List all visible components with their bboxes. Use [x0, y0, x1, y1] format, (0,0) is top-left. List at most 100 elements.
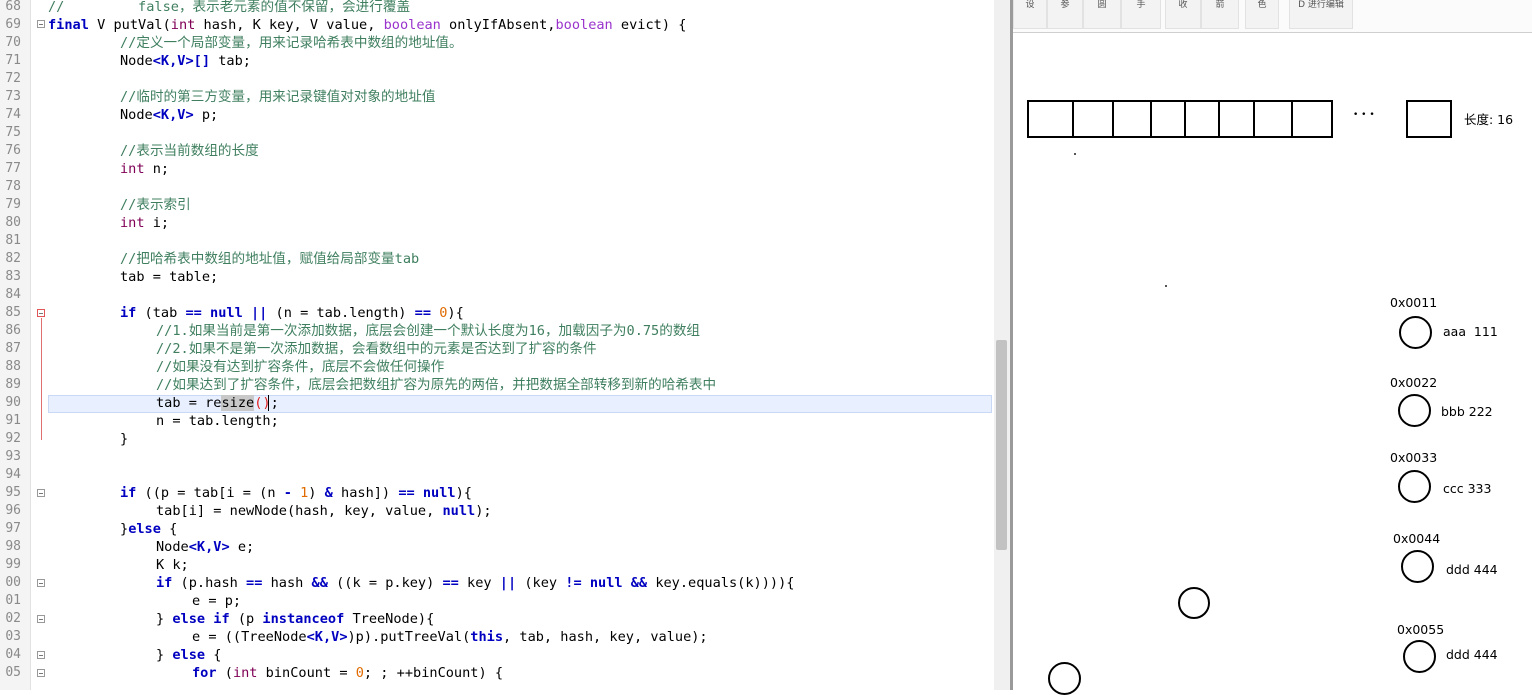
- node-address: 0x0044: [1393, 531, 1441, 546]
- line-number: 87: [5, 341, 21, 356]
- line-number: 78: [5, 179, 21, 194]
- gutter-divider: [30, 0, 31, 690]
- stray-dot: [1074, 153, 1076, 155]
- node-content: ddd 444: [1446, 647, 1498, 662]
- node-circle[interactable]: [1398, 394, 1431, 427]
- code-line: //如果达到了扩容条件，底层会把数组扩容为原先的两倍，并把数据全部转移到新的哈希…: [156, 377, 717, 393]
- toolbar-button[interactable]: 手: [1121, 0, 1161, 29]
- fold-toggle[interactable]: [37, 651, 45, 659]
- node-address: 0x0033: [1390, 450, 1438, 465]
- line-number: 93: [5, 449, 21, 464]
- code-line-current: tab = resize();: [156, 395, 279, 411]
- line-number: 05: [5, 665, 21, 680]
- line-number: 91: [5, 413, 21, 428]
- fold-toggle[interactable]: [37, 669, 45, 677]
- line-number: 92: [5, 431, 21, 446]
- code-line: } else {: [156, 647, 222, 663]
- line-number: 71: [5, 53, 21, 68]
- array-slot[interactable]: [1218, 100, 1255, 138]
- code-line: //定义一个局部变量，用来记录哈希表中数组的地址值。: [120, 35, 463, 51]
- line-number: 95: [5, 485, 21, 500]
- array-slot[interactable]: [1027, 100, 1074, 138]
- text-cursor: [268, 395, 269, 411]
- line-number: 99: [5, 557, 21, 572]
- code-line: //如果没有达到扩容条件，底层不会做任何操作: [156, 359, 445, 375]
- line-number: 85: [5, 305, 21, 320]
- toolbar-button[interactable]: D 进行编辑: [1289, 0, 1353, 29]
- stray-dot: [1165, 285, 1167, 287]
- array-slot[interactable]: [1253, 100, 1293, 138]
- line-number: 02: [5, 611, 21, 626]
- array-length-label: 长度: 16: [1464, 112, 1514, 127]
- node-circle[interactable]: [1399, 316, 1432, 349]
- code-line: Node<K,V>[] tab;: [120, 53, 251, 69]
- node-content: ccc 333: [1443, 481, 1492, 496]
- node-content: aaa 111: [1443, 324, 1498, 339]
- code-line: int i;: [120, 215, 170, 231]
- code-line: e = p;: [192, 593, 242, 609]
- line-number: 79: [5, 197, 21, 212]
- toolbar-button[interactable]: 设: [1013, 0, 1047, 29]
- code-line: //表示当前数组的长度: [120, 143, 259, 159]
- toolbar-button[interactable]: 圆: [1083, 0, 1121, 29]
- scrollbar-thumb[interactable]: [996, 340, 1007, 550]
- line-number: 00: [5, 575, 21, 590]
- array-slot[interactable]: [1112, 100, 1152, 138]
- toolbar-button[interactable]: 箭: [1201, 0, 1239, 29]
- line-number: 70: [5, 35, 21, 50]
- node-circle[interactable]: [1048, 662, 1081, 695]
- code-line: //2.如果不是第一次添加数据，会看数组中的元素是否达到了扩容的条件: [156, 341, 597, 357]
- line-number: 01: [5, 593, 21, 608]
- fold-toggle[interactable]: [37, 615, 45, 623]
- array-slot[interactable]: [1291, 100, 1333, 138]
- line-number: 84: [5, 287, 21, 302]
- line-number: 04: [5, 647, 21, 662]
- node-content: bbb 222: [1441, 404, 1493, 419]
- line-number: 73: [5, 89, 21, 104]
- line-number: 77: [5, 161, 21, 176]
- code-editor[interactable]: 68 69 70 71 72 73 74 75 76 77 78 79 80 8…: [0, 0, 1010, 690]
- drawing-canvas[interactable]: 设 参 圆 手 收 箭 色 D 进行编辑 • • • 长度: 16 0x0011…: [1013, 0, 1532, 695]
- line-number: 83: [5, 269, 21, 284]
- array-slot[interactable]: [1184, 100, 1220, 138]
- line-number: 96: [5, 503, 21, 518]
- line-number: 68: [5, 0, 21, 14]
- line-number: 03: [5, 629, 21, 644]
- toolbar-button[interactable]: 参: [1047, 0, 1083, 29]
- code-line: // false，表示老元素的值不保留，会进行覆盖: [48, 0, 411, 15]
- line-number: 74: [5, 107, 21, 122]
- fold-toggle[interactable]: [37, 309, 45, 317]
- node-address: 0x0055: [1397, 622, 1445, 637]
- code-line: K k;: [156, 557, 189, 573]
- fold-toggle[interactable]: [37, 489, 45, 497]
- fold-range-line: [41, 318, 42, 440]
- line-number: 89: [5, 377, 21, 392]
- line-number: 82: [5, 251, 21, 266]
- fold-toggle[interactable]: [37, 579, 45, 587]
- array-slot[interactable]: [1072, 100, 1114, 138]
- array-slot[interactable]: [1150, 100, 1186, 138]
- line-number: 88: [5, 359, 21, 374]
- array-slot-last[interactable]: [1406, 100, 1452, 138]
- code-line: if ((p = tab[i = (n - 1) & hash]) == nul…: [120, 485, 472, 501]
- node-circle[interactable]: [1398, 470, 1431, 503]
- code-line: final V putVal(int hash, K key, V value,…: [48, 17, 687, 33]
- selected-text[interactable]: size: [221, 395, 255, 411]
- node-address: 0x0011: [1390, 295, 1438, 310]
- node-circle[interactable]: [1401, 550, 1434, 583]
- code-line: n = tab.length;: [156, 413, 279, 429]
- code-line: if (tab == null || (n = tab.length) == 0…: [120, 305, 464, 321]
- node-circle[interactable]: [1403, 640, 1436, 673]
- fold-toggle[interactable]: [37, 20, 45, 28]
- line-number: 81: [5, 233, 21, 248]
- code-line: Node<K,V> e;: [156, 539, 255, 555]
- node-address: 0x0022: [1390, 375, 1438, 390]
- line-number: 90: [5, 395, 21, 410]
- node-circle[interactable]: [1178, 587, 1210, 619]
- node-content: ddd 444: [1446, 562, 1498, 577]
- drawing-toolbar: 设 参 圆 手 收 箭 色 D 进行编辑: [1013, 0, 1532, 33]
- toolbar-button[interactable]: 收: [1165, 0, 1201, 29]
- code-line: Node<K,V> p;: [120, 107, 219, 123]
- toolbar-button[interactable]: 色: [1245, 0, 1279, 29]
- code-line: //1.如果当前是第一次添加数据，底层会创建一个默认长度为16，加载因子为0.7…: [156, 323, 701, 339]
